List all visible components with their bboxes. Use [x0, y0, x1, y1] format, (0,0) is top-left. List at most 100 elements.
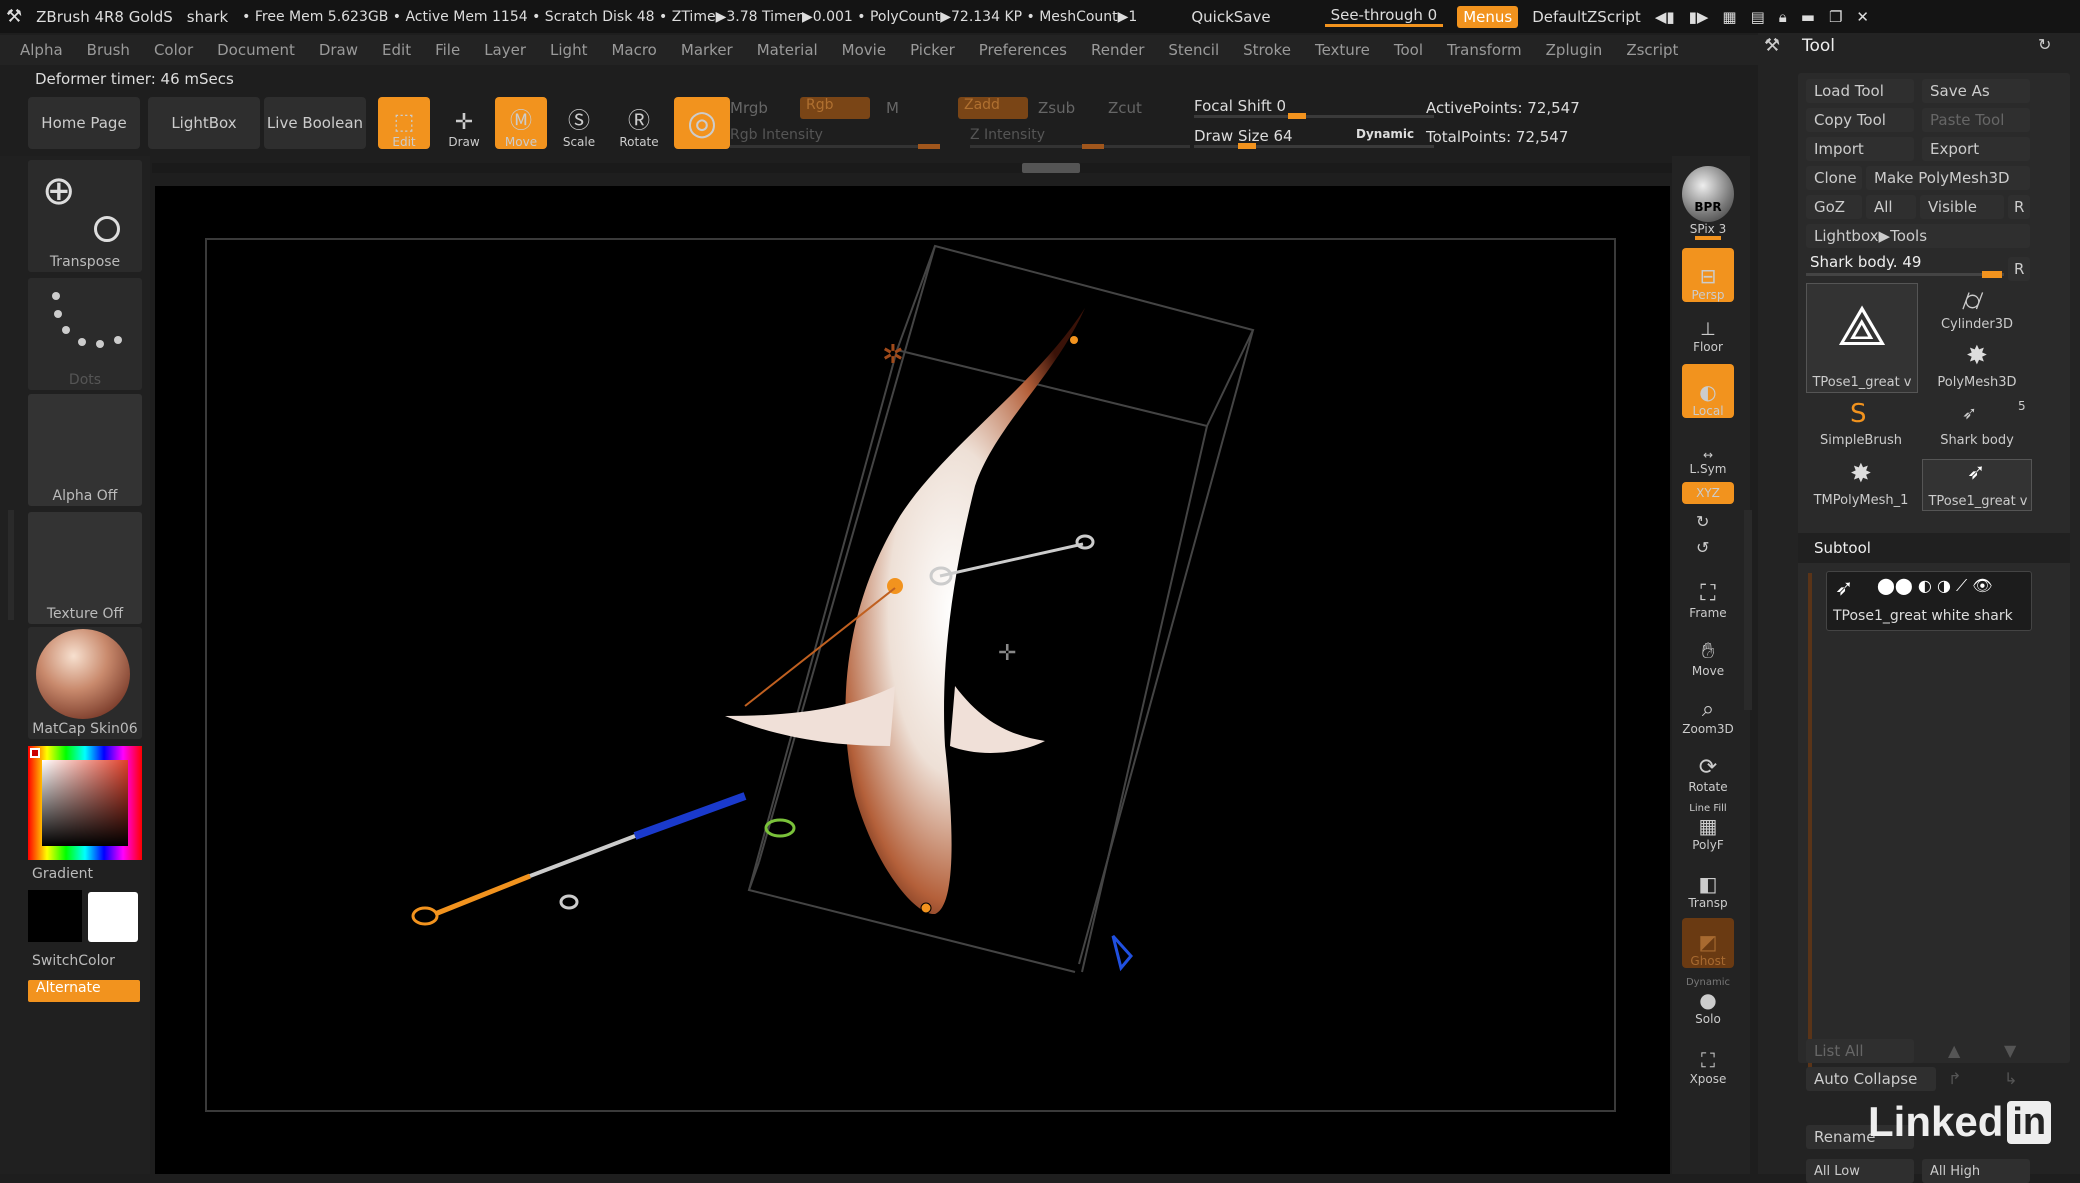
zadd-button[interactable]: Zadd: [958, 97, 1028, 119]
goz-button[interactable]: GoZ: [1806, 195, 1862, 219]
menu-texture[interactable]: Texture: [1315, 41, 1370, 59]
lock-icon[interactable]: 🔒︎: [1779, 8, 1787, 26]
rotate-y-icon[interactable]: ↻: [1696, 512, 1709, 531]
lsym-button[interactable]: ↔ L.Sym: [1682, 438, 1734, 476]
m-button[interactable]: M: [886, 99, 899, 117]
material-slot[interactable]: MatCap Skin06: [28, 627, 142, 739]
arrow-move-down-icon[interactable]: ↳: [2004, 1069, 2017, 1088]
menu-zplugin[interactable]: Zplugin: [1546, 41, 1603, 59]
ghost-button[interactable]: ◩ Ghost: [1682, 918, 1734, 968]
lightbox-button[interactable]: LightBox: [148, 97, 260, 149]
draw-button[interactable]: ✛ Draw: [438, 97, 490, 149]
arrow-up-icon[interactable]: ▲: [1948, 1041, 1960, 1060]
load-tool-button[interactable]: Load Tool: [1806, 79, 1914, 103]
current-tool-slider[interactable]: Shark body. 49: [1810, 253, 1921, 271]
edit-button[interactable]: ⬚ Edit: [378, 97, 430, 149]
tool-thumb-cylinder[interactable]: ⌭ Cylinder3D: [1922, 283, 2032, 335]
local-button[interactable]: ◐ Local: [1682, 364, 1734, 418]
menu-stencil[interactable]: Stencil: [1168, 41, 1219, 59]
transp-button[interactable]: ◧ Transp: [1682, 860, 1734, 910]
secondary-color-swatch[interactable]: [88, 892, 138, 942]
import-button[interactable]: Import: [1806, 137, 1914, 161]
move-button[interactable]: Ⓜ Move: [495, 97, 547, 149]
all-low-button[interactable]: All Low: [1806, 1159, 1914, 1183]
menu-movie[interactable]: Movie: [842, 41, 886, 59]
live-boolean-button[interactable]: Live Boolean: [264, 97, 366, 149]
goz-visible-button[interactable]: Visible: [1920, 195, 2004, 219]
menu-zscript[interactable]: Zscript: [1626, 41, 1678, 59]
export-button[interactable]: Export: [1922, 137, 2030, 161]
zcut-button[interactable]: Zcut: [1108, 99, 1142, 117]
switchcolor-button[interactable]: SwitchColor: [32, 953, 115, 969]
menu-render[interactable]: Render: [1091, 41, 1144, 59]
menu-marker[interactable]: Marker: [681, 41, 733, 59]
subtool-toggle-icons[interactable]: ⬤⬤ ◐ ◑ ⟋ 👁︎: [1877, 576, 1993, 596]
arrow-down-icon[interactable]: ▼: [2004, 1041, 2016, 1060]
color-picker-square[interactable]: [42, 760, 128, 846]
persp-button[interactable]: ⊟ Persp: [1682, 248, 1734, 302]
focal-shift-slider[interactable]: Focal Shift 0: [1194, 97, 1286, 115]
transpose-brush[interactable]: ⊕ Transpose: [28, 160, 142, 272]
auto-collapse-button[interactable]: Auto Collapse: [1806, 1067, 1936, 1091]
tool-thumb-polymesh[interactable]: ✸ PolyMesh3D: [1922, 341, 2032, 393]
goz-r-button[interactable]: R: [2008, 195, 2030, 219]
gradient-label[interactable]: Gradient: [32, 866, 93, 882]
menu-document[interactable]: Document: [217, 41, 295, 59]
main-color-swatch[interactable]: [28, 890, 82, 942]
rgb-intensity-slider[interactable]: Rgb Intensity: [730, 127, 823, 143]
xyz-button[interactable]: XYZ: [1682, 482, 1734, 504]
paste-tool-button[interactable]: Paste Tool: [1922, 108, 2030, 132]
subtool-header[interactable]: Subtool: [1798, 533, 2070, 563]
tool-thumb-simplebrush[interactable]: S SimpleBrush: [1806, 399, 1918, 451]
clone-button[interactable]: Clone: [1806, 166, 1862, 190]
menu-draw[interactable]: Draw: [319, 41, 358, 59]
zsub-button[interactable]: Zsub: [1038, 99, 1075, 117]
gizmo-3d-button[interactable]: ◎: [674, 97, 730, 149]
home-page-button[interactable]: Home Page: [28, 97, 140, 149]
menus-button[interactable]: Menus: [1457, 5, 1519, 28]
default-zscript[interactable]: DefaultZScript: [1532, 8, 1641, 26]
horizontal-scroll-thumb[interactable]: [1022, 163, 1080, 173]
menu-file[interactable]: File: [435, 41, 460, 59]
menu-transform[interactable]: Transform: [1447, 41, 1522, 59]
gizmo-z-axis[interactable]: [411, 792, 796, 926]
menu-stroke[interactable]: Stroke: [1243, 41, 1291, 59]
stroke-dots[interactable]: Dots: [28, 278, 142, 390]
scale-button[interactable]: Ⓢ Scale: [553, 97, 605, 149]
rotate-z-icon[interactable]: ↺: [1696, 538, 1709, 557]
dock-left-icon[interactable]: ◀▮: [1655, 8, 1675, 26]
rotate-view-button[interactable]: ⟳ Rotate: [1682, 744, 1734, 794]
current-tool-r-button[interactable]: R: [2008, 257, 2030, 281]
tool-thumb-shark[interactable]: ⟁ TPose1_great v: [1806, 283, 1918, 393]
tool-thumb-shark-2[interactable]: ➶ TPose1_great v: [1922, 459, 2032, 511]
dynamic-toggle[interactable]: Dynamic: [1356, 127, 1414, 141]
tool-thumb-shark-body[interactable]: ➶ 5 Shark body: [1922, 399, 2032, 451]
right-tray-handle[interactable]: [1744, 510, 1752, 710]
texture-slot[interactable]: Texture Off: [28, 512, 142, 624]
layout-icon[interactable]: ▦: [1722, 8, 1736, 26]
solo-button[interactable]: Dynamic ● Solo: [1682, 976, 1734, 1026]
quicksave-button[interactable]: QuickSave: [1191, 8, 1270, 26]
lightbox-tools-button[interactable]: Lightbox▶Tools: [1806, 224, 2030, 248]
menu-light[interactable]: Light: [550, 41, 587, 59]
menu-edit[interactable]: Edit: [382, 41, 411, 59]
rgb-button[interactable]: Rgb: [800, 97, 870, 119]
xpose-button[interactable]: ⛶ Xpose: [1682, 1036, 1734, 1086]
move-view-button[interactable]: ✋︎ Move: [1682, 628, 1734, 678]
subtool-scrollbar[interactable]: [1808, 573, 1812, 1073]
tool-thumb-tmpolymesh[interactable]: ✸ TMPolyMesh_1: [1806, 459, 1918, 511]
polyf-button[interactable]: Line Fill ▦ PolyF: [1682, 802, 1734, 852]
frame-button[interactable]: ⛶ Frame: [1682, 570, 1734, 620]
goz-all-button[interactable]: All: [1866, 195, 1916, 219]
canvas[interactable]: ✲ ✛: [155, 186, 1670, 1174]
restore-icon[interactable]: ❐: [1829, 8, 1842, 26]
all-high-button[interactable]: All High: [1922, 1159, 2030, 1183]
rotate-button[interactable]: Ⓡ Rotate: [610, 97, 668, 149]
mrgb-button[interactable]: Mrgb: [730, 99, 768, 117]
alpha-slot[interactable]: Alpha Off: [28, 394, 142, 506]
gizmo-y-axis[interactable]: [1111, 934, 1133, 972]
menu-picker[interactable]: Picker: [910, 41, 955, 59]
copy-tool-button[interactable]: Copy Tool: [1806, 108, 1914, 132]
layout-2-icon[interactable]: ▤: [1751, 8, 1765, 26]
menu-color[interactable]: Color: [154, 41, 193, 59]
